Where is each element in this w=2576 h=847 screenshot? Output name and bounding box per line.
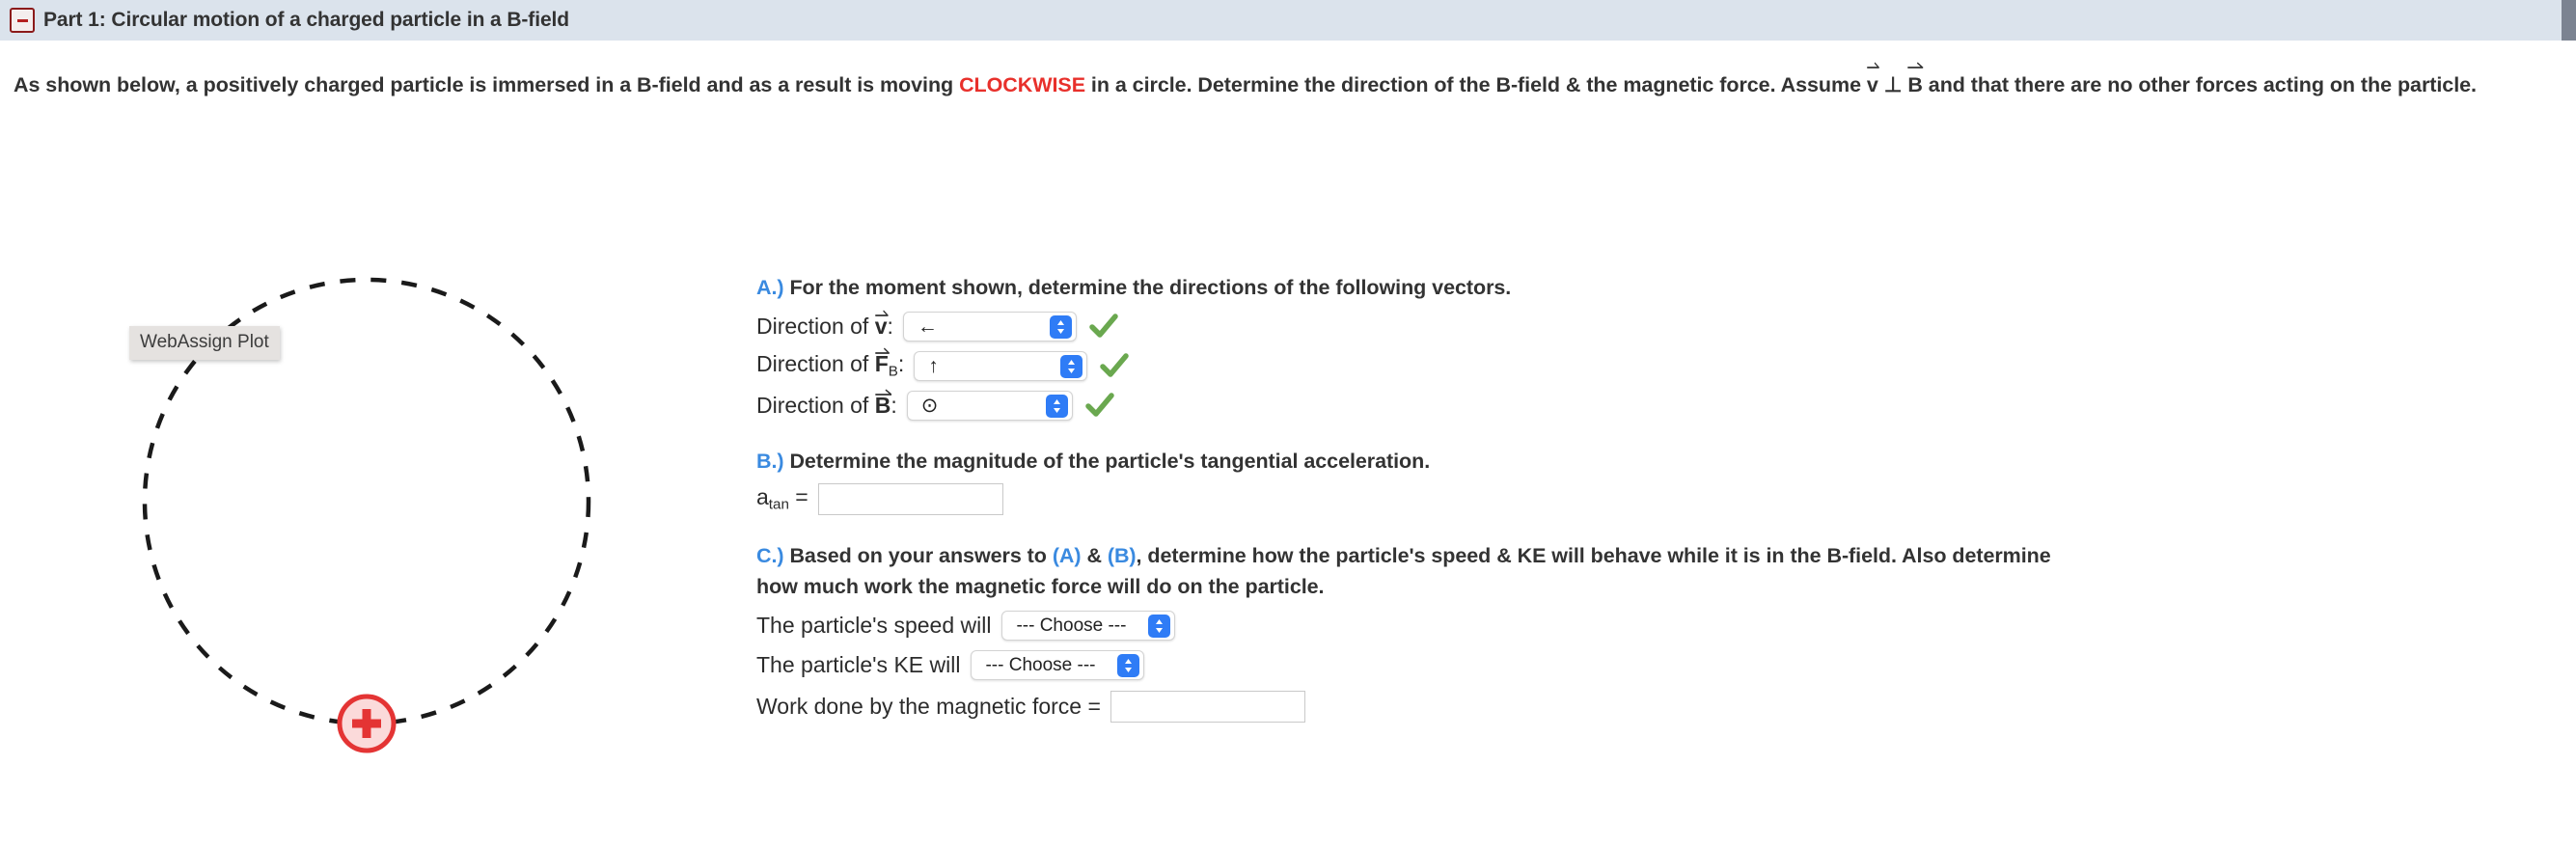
direction-v-label-prefix: Direction of — [756, 313, 875, 339]
minus-glyph — [16, 18, 28, 22]
vector-arrow-icon — [1907, 62, 1924, 70]
direction-fb-label-prefix: Direction of — [756, 351, 875, 377]
vector-arrow-icon — [874, 389, 892, 397]
ke-row: The particle's KE will --- Choose --- — [756, 648, 2493, 681]
direction-fb-row: Direction of FB: ↑ — [756, 348, 2493, 382]
question-c-amp: & — [1081, 544, 1108, 567]
direction-fb-selected-value: ↑ — [928, 354, 939, 377]
speed-select[interactable]: --- Choose --- — [1001, 610, 1176, 641]
atan-equals: = — [795, 484, 808, 510]
atan-symbol: a — [756, 484, 769, 510]
question-b-letter: B.) — [756, 450, 784, 473]
vector-arrow-icon — [874, 347, 890, 356]
atan-subscript: tan — [768, 496, 789, 513]
direction-v-row: Direction of v: ← — [756, 310, 2493, 342]
vector-v-letter: v — [1866, 73, 1878, 96]
stepper-updown-icon[interactable] — [1060, 354, 1083, 378]
direction-fb-select[interactable]: ↑ — [914, 350, 1088, 381]
stepper-updown-icon[interactable] — [1045, 394, 1068, 418]
direction-fb-label: Direction of FB: — [756, 348, 905, 380]
intro-paragraph: As shown below, a positively charged par… — [14, 62, 2561, 105]
direction-b-select[interactable]: ⊙ — [906, 390, 1073, 421]
work-row: Work done by the magnetic force = — [756, 689, 2493, 724]
vector-b-letter: B — [1907, 73, 1923, 96]
webassign-plot-figure: WebAssign Plot — [96, 241, 637, 810]
charged-particle — [337, 694, 397, 753]
atan-row: atan = — [756, 481, 2493, 516]
direction-b-selected-value: ⊙ — [920, 394, 939, 417]
intro-text-2: in a circle. Determine the direction of … — [1085, 73, 1867, 96]
stepper-updown-icon[interactable] — [1049, 314, 1072, 339]
direction-v-select[interactable]: ← — [902, 311, 1077, 342]
ke-select[interactable]: --- Choose --- — [971, 649, 1145, 680]
correct-check-icon — [1100, 352, 1130, 379]
question-a-letter: A.) — [756, 276, 784, 299]
stepper-updown-icon[interactable] — [1148, 614, 1171, 638]
vector-f-inline: F — [875, 348, 890, 377]
question-a-prompt: For the moment shown, determine the dire… — [789, 276, 1512, 299]
intro-text-3: and that there are no other forces actin… — [1922, 73, 2477, 96]
vector-arrow-icon — [1867, 62, 1879, 70]
plot-label: WebAssign Plot — [129, 326, 280, 360]
work-input[interactable] — [1110, 690, 1305, 723]
vector-v-inline: v — [875, 310, 889, 340]
intro-text-1: As shown below, a positively charged par… — [14, 73, 960, 96]
vector-f-subscript: B — [888, 363, 898, 380]
question-c-letter: C.) — [756, 544, 784, 567]
page-title: Part 1: Circular motion of a charged par… — [43, 9, 569, 31]
speed-selected-value: --- Choose --- — [1016, 615, 1127, 636]
ke-selected-value: --- Choose --- — [985, 654, 1096, 675]
vector-b-inline: B — [1907, 62, 1924, 105]
vector-v-inline: v — [1866, 62, 1879, 105]
direction-v-label: Direction of v: — [756, 310, 893, 340]
questions-column: A.) For the moment shown, determine the … — [756, 272, 2493, 724]
scrollbar-sliver[interactable] — [2562, 0, 2576, 41]
question-c-prompt-1: Based on your answers to — [789, 544, 1053, 567]
atan-label: atan = — [756, 484, 808, 512]
vector-b-inline: B — [875, 389, 892, 419]
speed-label: The particle's speed will — [756, 612, 992, 638]
question-c-ref-a: (A) — [1052, 544, 1082, 567]
direction-b-label-prefix: Direction of — [756, 392, 875, 418]
question-c-heading: C.) Based on your answers to (A) & (B), … — [756, 540, 2097, 602]
correct-check-icon — [1084, 392, 1114, 419]
part-header-bar: Part 1: Circular motion of a charged par… — [0, 0, 2562, 41]
clockwise-emphasis: CLOCKWISE — [959, 73, 1085, 96]
work-label: Work done by the magnetic force = — [756, 693, 1101, 719]
perpendicular-symbol: ⊥ — [1883, 73, 1903, 96]
correct-check-icon — [1089, 313, 1118, 340]
direction-b-row: Direction of B: ⊙ — [756, 389, 2493, 422]
atan-input[interactable] — [817, 482, 1003, 515]
question-a-heading: A.) For the moment shown, determine the … — [756, 272, 2493, 303]
direction-v-selected-value: ← — [917, 314, 938, 338]
question-b-heading: B.) Determine the magnitude of the parti… — [756, 446, 2493, 477]
direction-fb-label-suffix: : — [897, 351, 905, 377]
collapse-minus-box-icon[interactable] — [10, 8, 35, 33]
direction-b-label: Direction of B: — [756, 389, 897, 419]
ke-label: The particle's KE will — [756, 651, 961, 677]
question-b-prompt: Determine the magnitude of the particle'… — [789, 450, 1431, 473]
speed-row: The particle's speed will --- Choose --- — [756, 609, 2493, 642]
stepper-updown-icon[interactable] — [1117, 653, 1140, 677]
question-c-ref-b: (B) — [1107, 544, 1137, 567]
vector-arrow-icon — [874, 310, 889, 318]
